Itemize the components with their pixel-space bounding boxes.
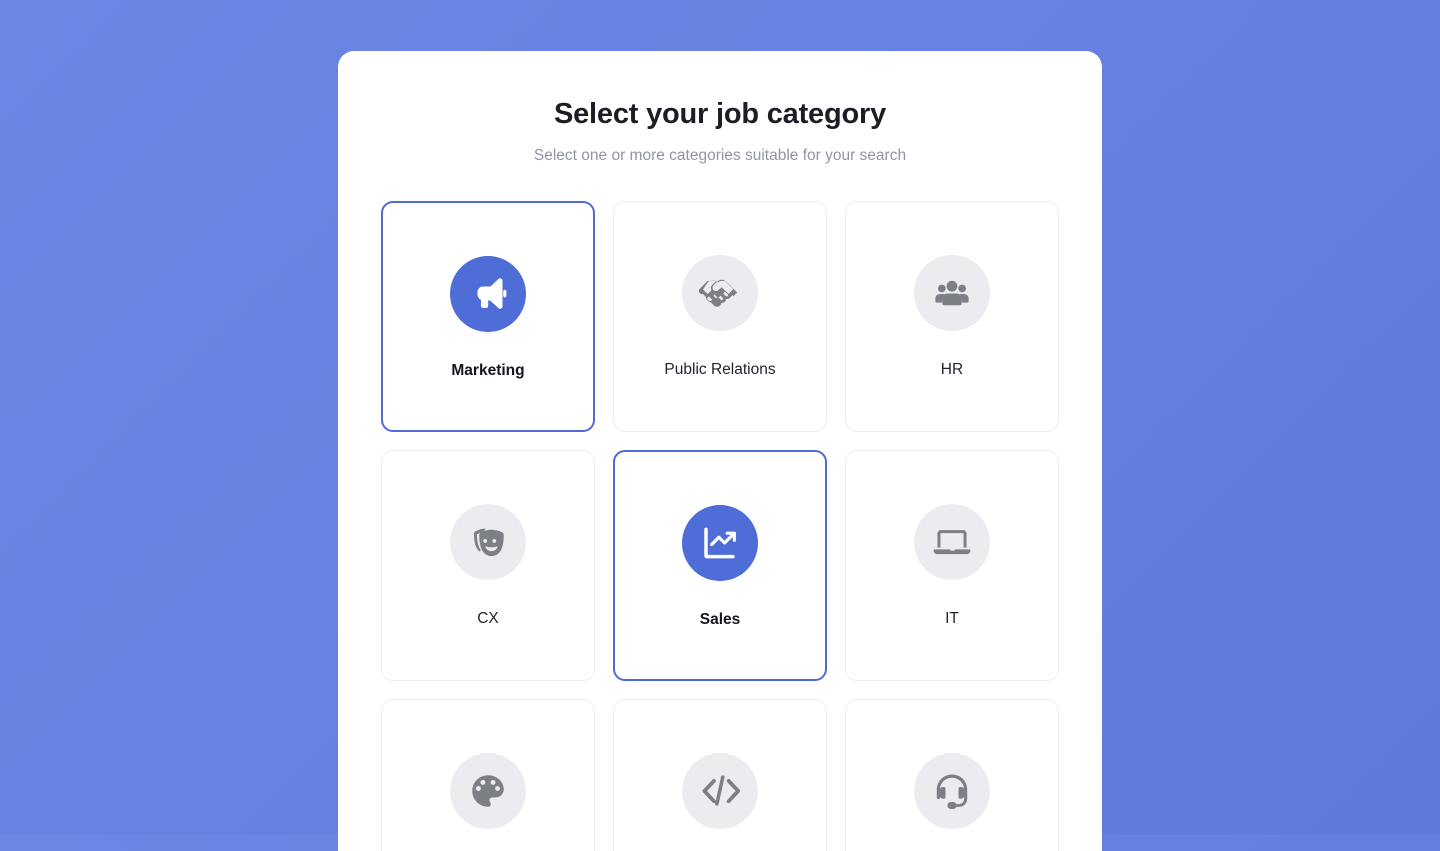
category-card-label: CX <box>477 609 499 627</box>
category-card-label: Public Relations <box>664 360 776 378</box>
line-chart-icon <box>682 504 758 581</box>
category-grid: Marketing Public Relations HR CX Sales IT <box>381 200 1059 851</box>
laptop-icon <box>914 503 990 580</box>
category-card[interactable]: Public Relations <box>613 200 827 432</box>
code-icon <box>682 752 758 829</box>
job-category-modal: Select your job category Select one or m… <box>338 51 1102 851</box>
category-card[interactable]: IT <box>845 449 1059 681</box>
category-card[interactable] <box>613 698 827 851</box>
page-title: Select your job category <box>553 98 887 130</box>
category-card-label: IT <box>945 609 959 627</box>
category-card[interactable]: HR <box>845 200 1059 432</box>
theater-masks-icon <box>450 503 526 580</box>
category-card[interactable]: Marketing <box>381 200 595 432</box>
category-card-label: HR <box>940 360 964 378</box>
category-card[interactable]: Sales <box>613 449 827 681</box>
palette-icon <box>450 752 526 829</box>
handshake-icon <box>682 254 758 331</box>
megaphone-icon <box>450 255 526 332</box>
headset-icon <box>914 752 990 829</box>
category-card[interactable] <box>381 698 595 851</box>
category-card-label: Marketing <box>451 361 525 379</box>
category-card[interactable]: CX <box>381 449 595 681</box>
category-card[interactable] <box>845 698 1059 851</box>
page-subtitle: Select one or more categories suitable f… <box>533 146 907 164</box>
modal-header: Select your job category Select one or m… <box>384 51 1056 165</box>
people-group-icon <box>914 254 990 331</box>
category-card-label: Sales <box>699 610 741 628</box>
